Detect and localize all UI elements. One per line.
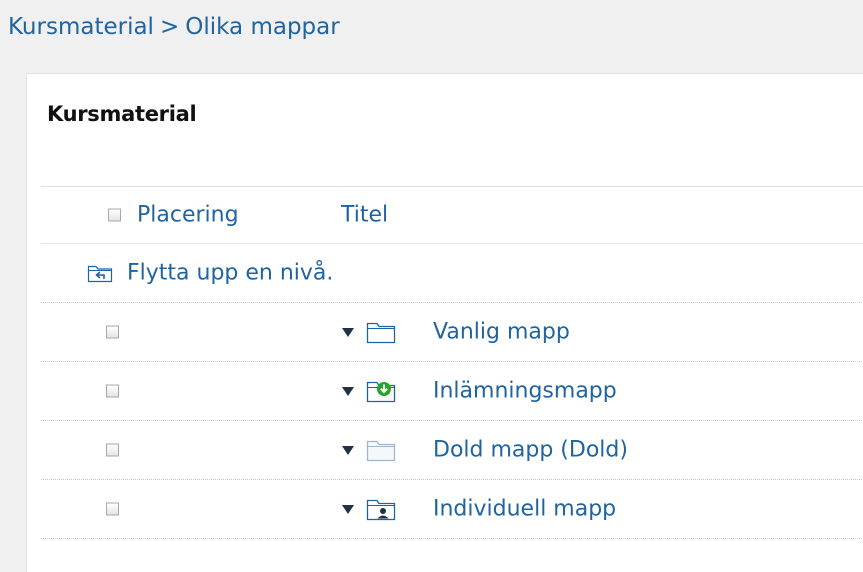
content-panel: Kursmaterial Placering Titel Flytta upp … [26,73,863,572]
folder-name-link[interactable]: Inlämningsmapp [433,379,617,404]
dropdown-arrow-icon[interactable] [342,386,354,396]
page-title: Kursmaterial [47,102,197,126]
row-checkbox[interactable] [106,502,119,516]
up-level-row[interactable]: Flytta upp en nivå. [41,244,863,303]
select-all-checkbox[interactable] [108,208,121,222]
dropdown-arrow-icon[interactable] [342,327,354,337]
move-up-link[interactable]: Flytta upp en nivå. [127,261,333,286]
folder-name-link[interactable]: Dold mapp (Dold) [433,438,628,463]
table-row: Inlämningsmapp [41,362,863,421]
folder-name-link[interactable]: Individuell mapp [433,497,616,522]
hidden-folder-icon [366,440,396,462]
table-row: Vanlig mapp [41,303,863,362]
dropdown-arrow-icon[interactable] [342,504,354,514]
dropdown-arrow-icon[interactable] [342,445,354,455]
table-header-row: Placering Titel [41,187,863,244]
breadcrumb: Kursmaterial > Olika mappar [8,11,340,43]
column-header-placement[interactable]: Placering [137,203,239,228]
table-row: Individuell mapp [41,480,863,539]
table-row: Dold mapp (Dold) [41,421,863,480]
breadcrumb-item-current[interactable]: Olika mappar [185,14,339,40]
individual-folder-icon [366,499,396,521]
file-table: Placering Titel Flytta upp en nivå. Vanl… [41,186,863,539]
folder-name-link[interactable]: Vanlig mapp [433,320,570,345]
folder-icon [366,322,396,344]
row-checkbox[interactable] [106,443,119,457]
breadcrumb-item-kursmaterial[interactable]: Kursmaterial [8,14,154,40]
submission-folder-icon [366,381,396,403]
folder-up-icon[interactable] [87,263,113,283]
breadcrumb-separator: > [159,14,180,40]
row-checkbox[interactable] [106,325,119,339]
row-checkbox[interactable] [106,384,119,398]
column-header-title[interactable]: Titel [341,203,388,228]
